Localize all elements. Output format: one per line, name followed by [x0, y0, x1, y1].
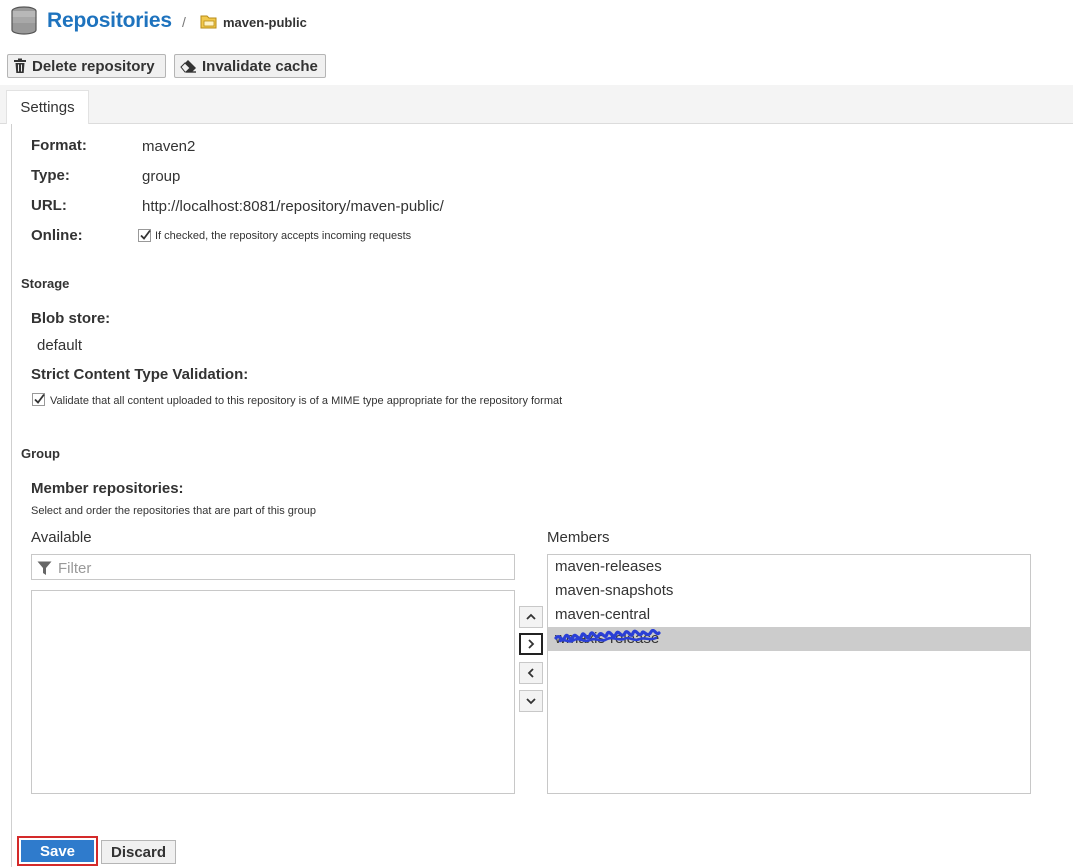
checkmark-icon — [34, 393, 45, 404]
eraser-icon — [180, 60, 196, 73]
save-button[interactable]: Save — [17, 836, 98, 866]
discard-button[interactable]: Discard — [101, 840, 176, 864]
member-item-selected[interactable]: wmaxis-release — [548, 627, 1030, 651]
remove-from-members-button[interactable] — [519, 662, 543, 684]
format-label: Format: — [31, 137, 87, 154]
filter-input[interactable]: Filter — [31, 554, 515, 580]
strict-validation-help: Validate that all content uploaded to th… — [50, 395, 563, 407]
trash-icon — [14, 58, 26, 73]
member-item[interactable]: maven-central — [548, 603, 1030, 627]
redaction-scribble — [554, 629, 661, 643]
filter-placeholder: Filter — [58, 560, 92, 577]
chevron-left-icon — [527, 668, 534, 678]
delete-repository-button[interactable]: Delete repository — [7, 54, 166, 78]
group-section-title: Group — [21, 446, 60, 461]
strict-validation-checkbox[interactable] — [32, 393, 45, 406]
breadcrumb-separator: / — [182, 14, 186, 30]
blob-store-label: Blob store: — [31, 310, 111, 327]
member-item[interactable]: maven-snapshots — [548, 579, 1030, 603]
breadcrumb: maven-public — [223, 15, 307, 30]
move-down-button[interactable] — [519, 690, 543, 712]
add-to-members-button[interactable] — [519, 633, 543, 655]
type-value: group — [142, 168, 181, 185]
delete-repository-label: Delete repository — [32, 57, 155, 75]
chevron-down-icon — [526, 698, 536, 705]
members-list[interactable]: maven-releases maven-snapshots maven-cen… — [547, 554, 1031, 794]
save-button-label: Save — [21, 840, 94, 862]
url-value: http://localhost:8081/repository/maven-p… — [142, 198, 444, 215]
filter-icon — [37, 561, 52, 575]
member-repositories-label: Member repositories: — [31, 480, 184, 497]
available-title: Available — [31, 529, 92, 546]
members-title: Members — [547, 529, 610, 546]
available-list[interactable] — [31, 590, 515, 794]
strict-validation-label: Strict Content Type Validation: — [31, 366, 249, 383]
member-item[interactable]: maven-releases — [548, 555, 1030, 579]
storage-section-title: Storage — [21, 276, 70, 291]
move-up-button[interactable] — [519, 606, 543, 628]
blob-store-value: default — [37, 337, 83, 354]
folder-icon — [200, 15, 217, 29]
format-value: maven2 — [142, 138, 196, 155]
member-repositories-help: Select and order the repositories that a… — [31, 505, 316, 517]
page-title[interactable]: Repositories — [47, 9, 172, 33]
checkmark-icon — [140, 229, 151, 240]
database-icon — [11, 6, 37, 35]
online-checkbox[interactable] — [138, 229, 151, 242]
tab-bar: Settings — [0, 85, 1073, 124]
online-help-text: If checked, the repository accepts incom… — [155, 230, 412, 242]
url-label: URL: — [31, 197, 67, 214]
page-header: Repositories / maven-public — [0, 0, 1073, 46]
tab-settings[interactable]: Settings — [6, 90, 89, 124]
chevron-up-icon — [526, 613, 536, 620]
chevron-right-icon — [528, 639, 535, 649]
online-label: Online: — [31, 227, 83, 244]
type-label: Type: — [31, 167, 70, 184]
invalidate-cache-button[interactable]: Invalidate cache — [174, 54, 326, 78]
invalidate-cache-label: Invalidate cache — [202, 57, 318, 75]
